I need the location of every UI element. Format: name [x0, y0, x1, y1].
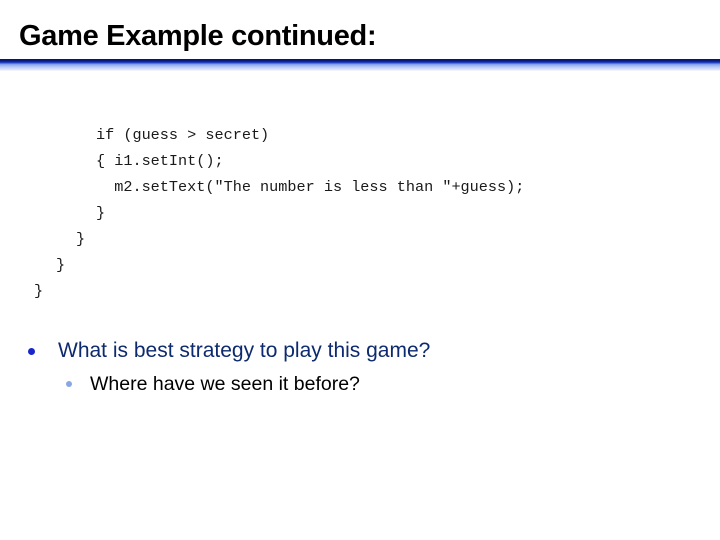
closing-brace: } [56, 256, 66, 274]
closing-brace: } [76, 230, 86, 248]
code-line: if (guess > secret) [96, 126, 270, 144]
code-line: { i1.setInt(); [96, 152, 224, 170]
title-divider [0, 59, 720, 71]
closing-brace: } [34, 282, 44, 300]
sub-bullet-text: Where have we seen it before? [90, 372, 360, 395]
bullet-item-level2: Where have we seen it before? [66, 370, 360, 398]
bullet-text: What is best strategy to play this game? [58, 339, 431, 362]
sub-bullet-dot-icon [66, 381, 72, 387]
code-block: if (guess > secret) { i1.setInt(); m2.set… [96, 122, 524, 226]
bullet-dot-icon [28, 347, 35, 355]
slide-title: Game Example continued: [19, 20, 377, 52]
code-line: } [96, 204, 106, 222]
code-line: m2.setText("The number is less than "+gu… [96, 178, 525, 196]
bullet-item-level1: What is best strategy to play this game? [28, 336, 430, 366]
